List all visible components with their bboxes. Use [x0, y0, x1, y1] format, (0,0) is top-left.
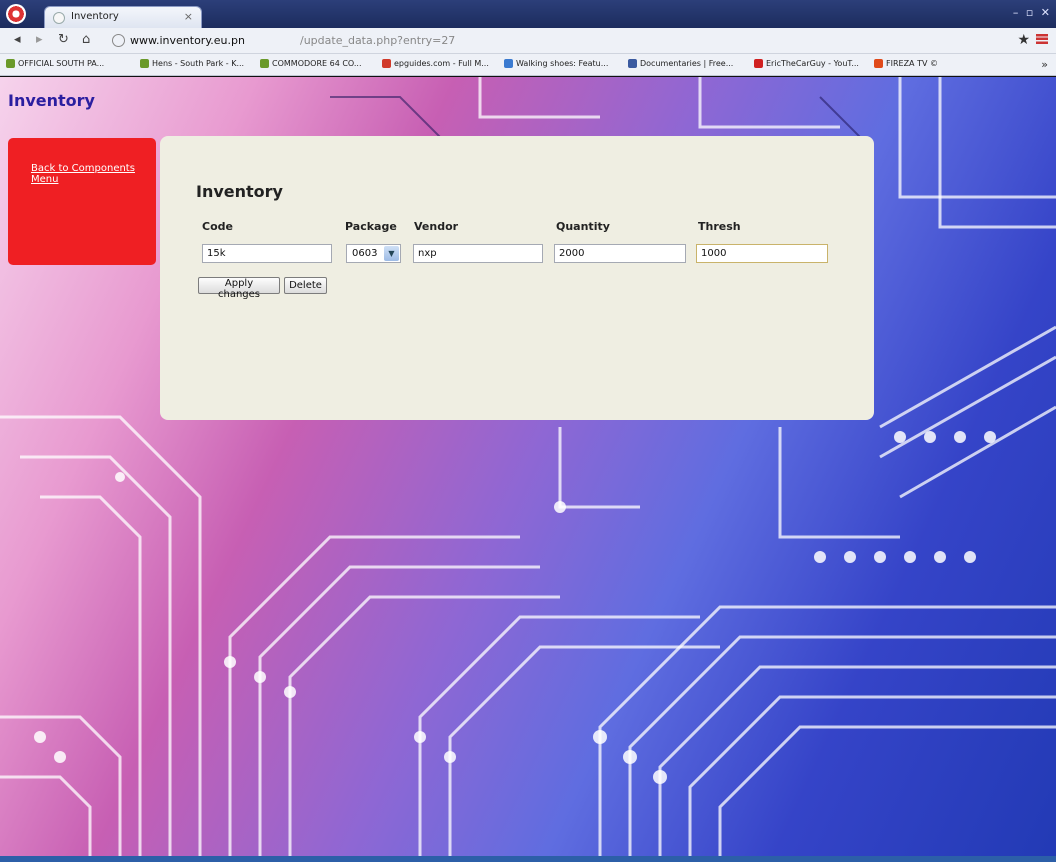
browser-menu-icon[interactable]	[1036, 34, 1048, 44]
site-title: Inventory	[8, 91, 95, 110]
back-to-components-link[interactable]: Back to Components Menu	[31, 163, 141, 185]
bookmark-icon	[382, 59, 391, 68]
thresh-input[interactable]	[696, 244, 828, 263]
browser-tab[interactable]: Inventory ×	[44, 6, 202, 28]
bookmark-icon	[6, 59, 15, 68]
chevron-down-icon[interactable]: ▼	[384, 246, 399, 261]
bookmark-item[interactable]: EricTheCarGuy - YouT...	[754, 59, 859, 68]
bookmark-item[interactable]: epguides.com - Full M...	[382, 59, 489, 68]
code-input[interactable]	[202, 244, 332, 263]
inventory-form-panel: Inventory Code Package Vendor Quantity T…	[160, 136, 874, 420]
package-select[interactable]: 0603 ▼	[346, 244, 401, 263]
back-arrow-icon[interactable]: ◂	[14, 32, 21, 47]
bookmarks-bar: OFFICIAL SOUTH PA... Hens - South Park -…	[0, 54, 1056, 76]
page-info-icon[interactable]	[112, 34, 125, 47]
url-path: /update_data.php?entry=27	[300, 34, 456, 47]
window-controls[interactable]: – ▫ ✕	[1013, 6, 1052, 19]
browser-logo-icon[interactable]	[6, 4, 26, 24]
quantity-label: Quantity	[556, 220, 610, 233]
bookmark-item[interactable]: OFFICIAL SOUTH PA...	[6, 59, 104, 68]
apply-changes-button[interactable]: Apply changes	[198, 277, 280, 300]
bookmark-icon	[874, 59, 883, 68]
address-bar[interactable]: www.inventory.eu.pn /update_data.php?ent…	[100, 31, 980, 51]
tab-close-icon[interactable]: ×	[184, 10, 193, 23]
browser-navbar: ◂ ▸ ↻ ⌂ www.inventory.eu.pn /update_data…	[0, 28, 1056, 54]
delete-button[interactable]: Delete	[284, 277, 327, 294]
bookmark-item[interactable]: Walking shoes: Featu...	[504, 59, 608, 68]
url-host: www.inventory.eu.pn	[130, 34, 245, 47]
bookmark-icon	[754, 59, 763, 68]
tab-title: Inventory	[71, 11, 119, 22]
bookmark-icon	[140, 59, 149, 68]
bookmark-item[interactable]: Hens - South Park - K...	[140, 59, 244, 68]
bookmark-icon	[260, 59, 269, 68]
package-label: Package	[345, 220, 397, 233]
page-body: Inventory Back to Components Menu Invent…	[0, 77, 1056, 862]
package-selected-value: 0603	[352, 248, 378, 259]
bookmark-item[interactable]: Documentaries | Free...	[628, 59, 733, 68]
taskbar-edge	[0, 856, 1056, 862]
code-label: Code	[202, 220, 233, 233]
bookmark-item[interactable]: COMMODORE 64 CO...	[260, 59, 362, 68]
reload-icon[interactable]: ↻	[58, 32, 69, 47]
bookmark-icon	[628, 59, 637, 68]
bookmarks-overflow-icon[interactable]: »	[1041, 58, 1048, 71]
tab-favicon-icon	[53, 12, 65, 24]
browser-titlebar: Inventory × – ▫ ✕	[0, 0, 1056, 28]
thresh-label: Thresh	[698, 220, 741, 233]
quantity-input[interactable]	[554, 244, 686, 263]
bookmark-item[interactable]: FIREZA TV ©	[874, 59, 938, 68]
vendor-input[interactable]	[413, 244, 543, 263]
forward-arrow-icon[interactable]: ▸	[36, 32, 43, 47]
bookmark-star-icon[interactable]: ★	[1017, 32, 1030, 48]
form-title: Inventory	[196, 182, 283, 201]
home-icon[interactable]: ⌂	[82, 32, 90, 47]
side-menu: Back to Components Menu	[8, 138, 156, 265]
vendor-label: Vendor	[414, 220, 459, 233]
bookmark-icon	[504, 59, 513, 68]
